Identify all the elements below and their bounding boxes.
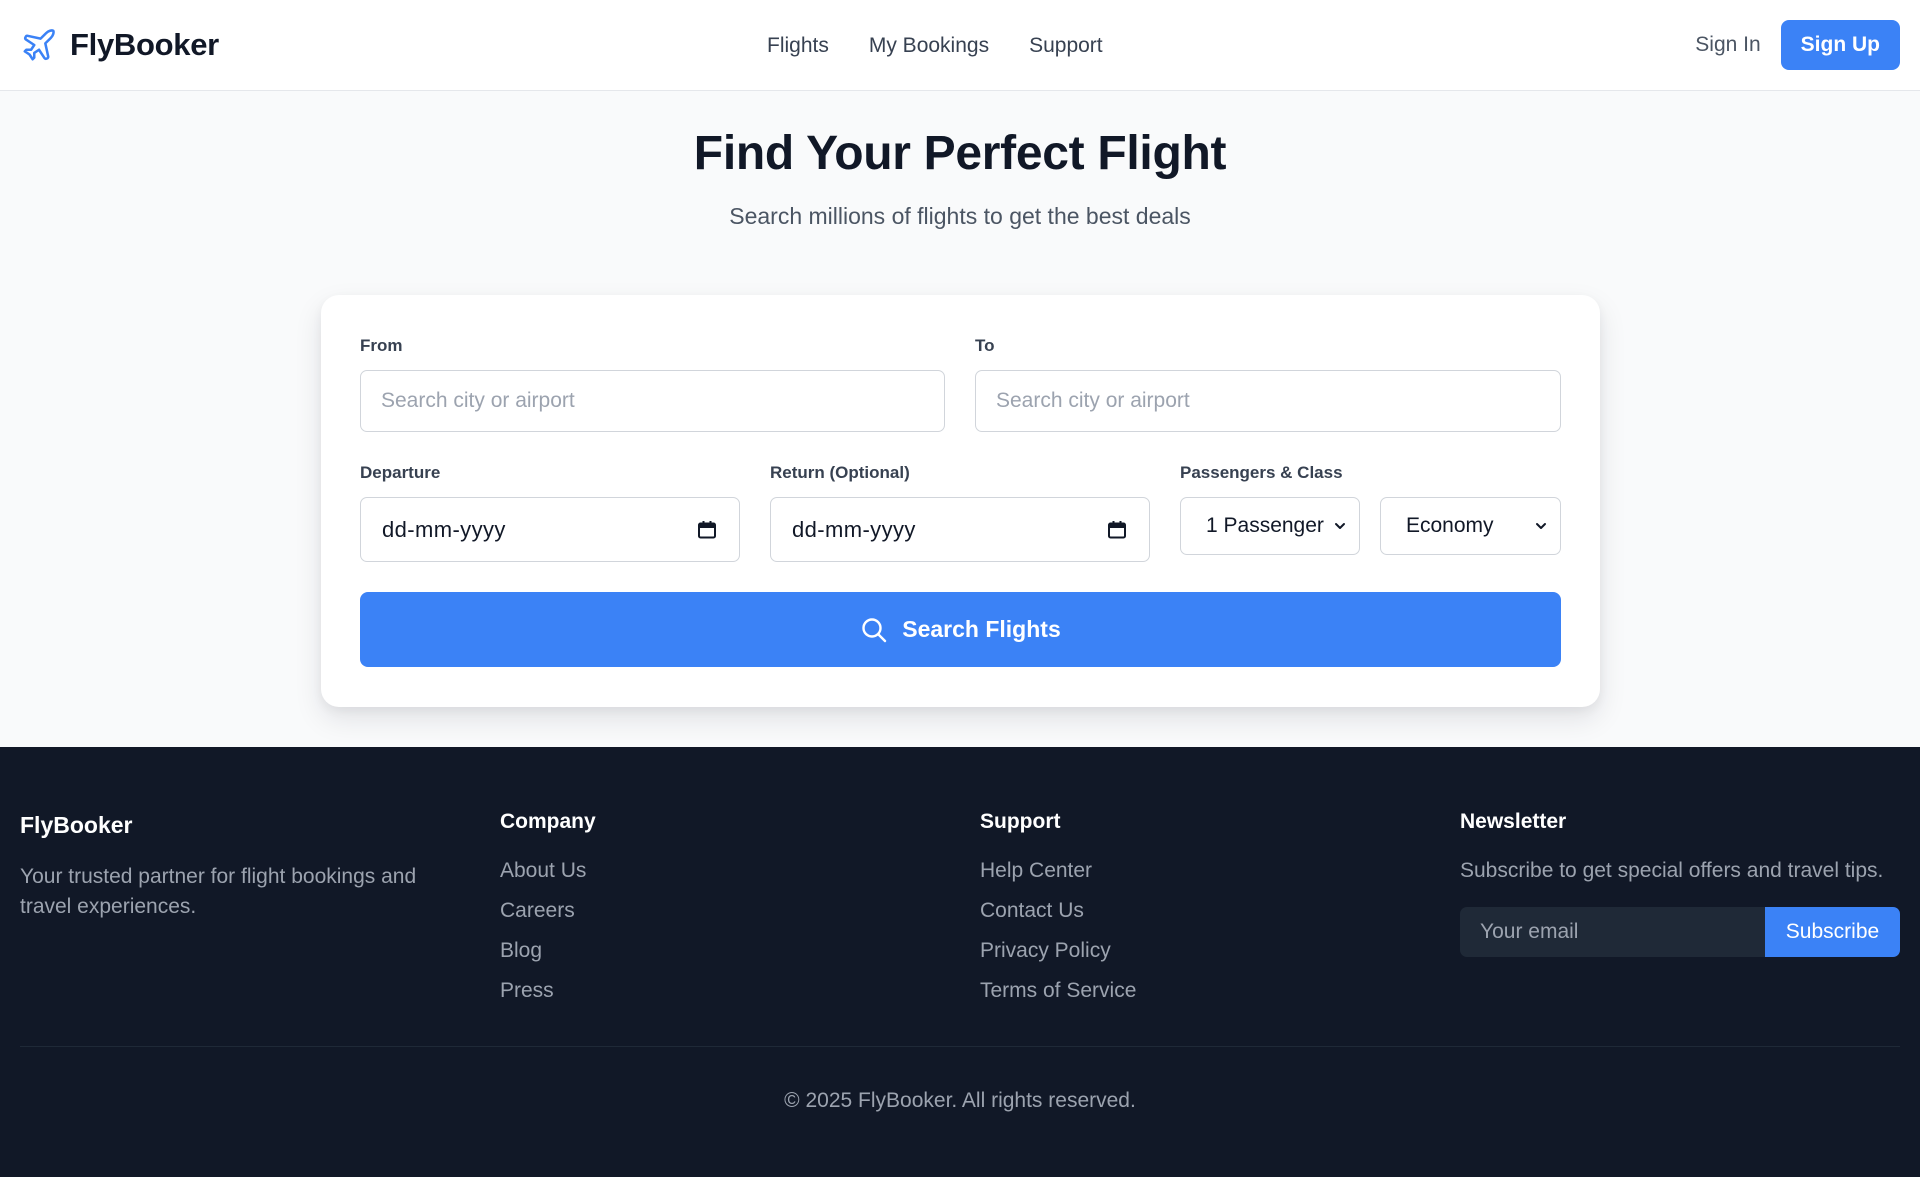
calendar-icon[interactable] — [697, 520, 717, 540]
footer-support-heading: Support — [980, 810, 1061, 833]
footer-link-press[interactable]: Press — [500, 979, 554, 1002]
sign-in-link[interactable]: Sign In — [1695, 33, 1760, 57]
footer-link-terms-of-service[interactable]: Terms of Service — [980, 979, 1136, 1002]
search-icon — [862, 617, 887, 642]
top-navbar: FlyBooker Flights My Bookings Support Si… — [0, 0, 1920, 91]
subscribe-button[interactable]: Subscribe — [1765, 907, 1900, 957]
sign-up-button[interactable]: Sign Up — [1780, 20, 1900, 70]
nav-item-support[interactable]: Support — [1029, 34, 1103, 58]
airplane-icon — [23, 29, 55, 61]
calendar-icon[interactable] — [1107, 520, 1127, 540]
passengers-select[interactable]: 1 Passenger — [1180, 497, 1360, 555]
departure-label: Departure — [360, 463, 441, 482]
search-flights-button[interactable]: Search Flights — [360, 592, 1561, 667]
to-input[interactable] — [975, 370, 1561, 432]
newsletter-email-input[interactable] — [1460, 907, 1765, 957]
footer-divider — [20, 1046, 1900, 1047]
search-flights-label: Search Flights — [902, 616, 1061, 642]
from-input[interactable] — [360, 370, 945, 432]
auth-actions: Sign In Sign Up — [1695, 20, 1900, 70]
cabin-class-select[interactable]: Economy — [1380, 497, 1561, 555]
return-date-input[interactable]: dd-mm-yyyy — [770, 497, 1150, 562]
chevron-down-icon — [1536, 523, 1546, 529]
footer-newsletter-text: Subscribe to get special offers and trav… — [1460, 859, 1884, 882]
return-label: Return (Optional) — [770, 463, 910, 482]
footer-link-about-us[interactable]: About Us — [500, 859, 586, 882]
footer-link-blog[interactable]: Blog — [500, 939, 542, 962]
chevron-down-icon — [1335, 523, 1345, 529]
footer-newsletter-heading: Newsletter — [1460, 810, 1567, 833]
footer-brand-name: FlyBooker — [20, 812, 133, 838]
return-date-value: dd-mm-yyyy — [792, 516, 916, 542]
footer-link-careers[interactable]: Careers — [500, 899, 575, 922]
from-label: From — [360, 336, 403, 355]
departure-date-value: dd-mm-yyyy — [382, 516, 506, 542]
flight-search-card: From To Departure dd-mm-yyyy Return (Opt… — [321, 295, 1600, 707]
footer-copyright: © 2025 FlyBooker. All rights reserved. — [784, 1089, 1136, 1112]
page-title: Find Your Perfect Flight — [693, 127, 1227, 180]
main-nav: Flights My Bookings Support — [767, 0, 1103, 91]
departure-date-input[interactable]: dd-mm-yyyy — [360, 497, 740, 562]
footer-company-links: About Us Careers Blog Press — [500, 859, 586, 1019]
footer-link-contact-us[interactable]: Contact Us — [980, 899, 1084, 922]
brand-logo[interactable]: FlyBooker — [20, 24, 219, 66]
cabin-class-value: Economy — [1406, 514, 1494, 537]
brand-name: FlyBooker — [70, 27, 219, 62]
nav-item-flights[interactable]: Flights — [767, 34, 829, 58]
footer-about-text: Your trusted partner for flight bookings… — [20, 865, 417, 918]
to-label: To — [975, 336, 995, 355]
footer-company-heading: Company — [500, 810, 596, 833]
footer-link-privacy-policy[interactable]: Privacy Policy — [980, 939, 1111, 962]
site-footer: FlyBooker Your trusted partner for fligh… — [0, 747, 1920, 1177]
passengers-class-label: Passengers & Class — [1180, 463, 1343, 482]
footer-support-links: Help Center Contact Us Privacy Policy Te… — [980, 859, 1136, 1019]
page-subtitle: Search millions of flights to get the be… — [729, 203, 1191, 229]
nav-item-my-bookings[interactable]: My Bookings — [869, 34, 989, 58]
footer-link-help-center[interactable]: Help Center — [980, 859, 1092, 882]
passengers-value: 1 Passenger — [1206, 514, 1324, 537]
